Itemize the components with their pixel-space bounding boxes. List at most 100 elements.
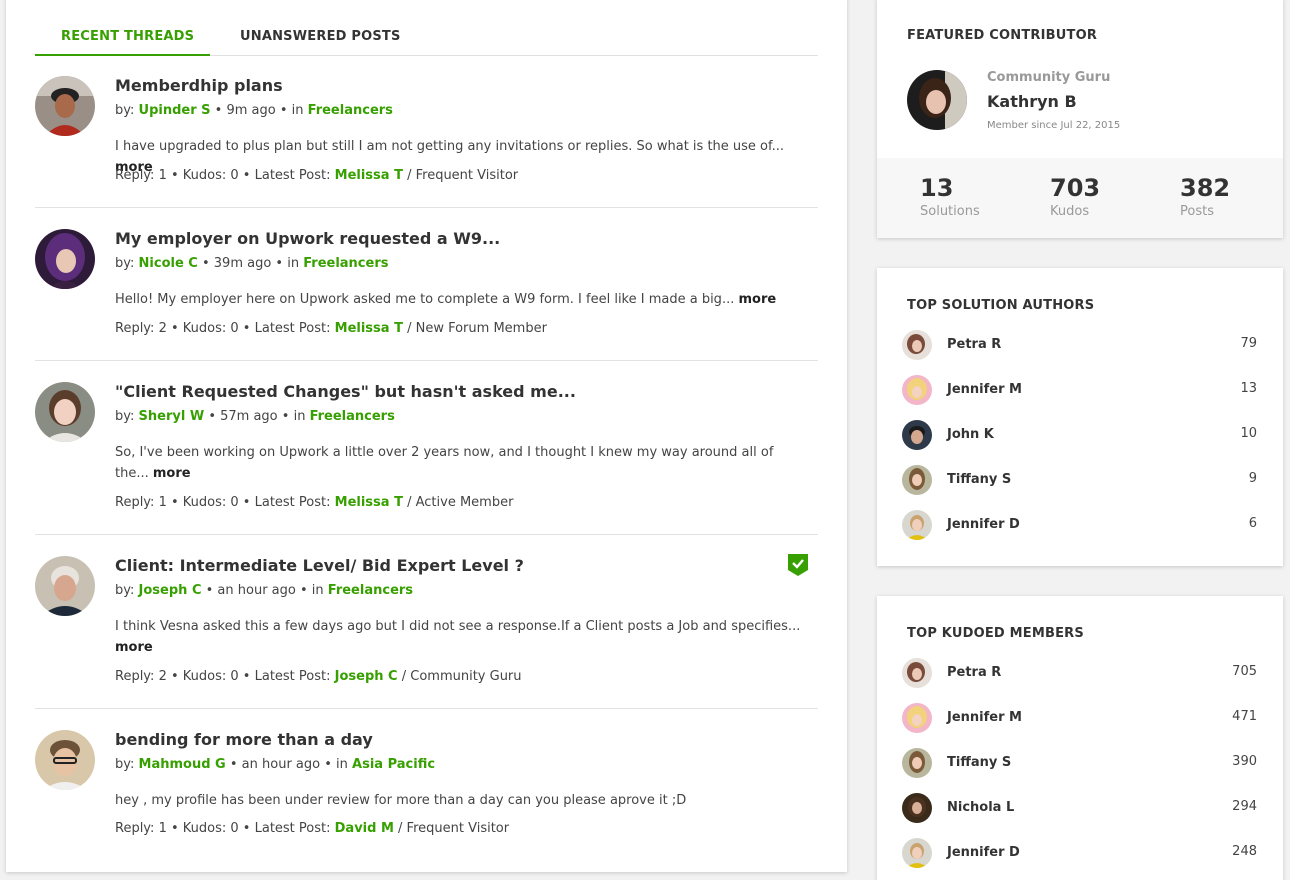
member-name[interactable]: Tiffany S — [947, 472, 1011, 487]
more-link[interactable]: more — [115, 640, 153, 655]
member-count: 6 — [1248, 516, 1257, 531]
stat-solutions: 13 Solutions — [920, 174, 980, 219]
post-time: an hour ago — [217, 583, 296, 598]
list-item[interactable]: John K 10 — [902, 420, 1257, 452]
member-count: 390 — [1232, 754, 1257, 769]
list-item[interactable]: Petra R 79 — [902, 330, 1257, 362]
avatar[interactable] — [902, 703, 932, 733]
author-link[interactable]: Sheryl W — [139, 409, 205, 424]
latest-author-link[interactable]: David M — [335, 821, 394, 836]
list-item[interactable]: Jennifer M 471 — [902, 703, 1257, 735]
member-name[interactable]: Petra R — [947, 337, 1001, 352]
member-name[interactable]: Jennifer D — [947, 845, 1020, 860]
list-item[interactable]: Jennifer D 6 — [902, 510, 1257, 542]
thread-title[interactable]: Memberdhip plans — [115, 76, 283, 95]
post-time: 57m ago — [220, 409, 278, 424]
avatar[interactable] — [902, 510, 932, 540]
author-link[interactable]: Joseph C — [139, 583, 202, 598]
reply-count: Reply: 2 — [115, 321, 167, 336]
avatar[interactable] — [35, 76, 95, 136]
avatar[interactable] — [907, 70, 967, 130]
latest-author-link[interactable]: Melissa T — [335, 321, 403, 336]
member-name[interactable]: Jennifer M — [947, 710, 1022, 725]
member-name[interactable]: Jennifer D — [947, 517, 1020, 532]
avatar[interactable] — [902, 330, 932, 360]
list-item[interactable]: Tiffany S 390 — [902, 748, 1257, 780]
latest-post-label: Latest Post: — [254, 495, 331, 510]
by-label: by: — [115, 409, 135, 424]
more-link[interactable]: more — [738, 292, 776, 307]
board-link[interactable]: Freelancers — [308, 103, 393, 118]
list-item[interactable]: Nichola L 294 — [902, 793, 1257, 825]
latest-author-link[interactable]: Melissa T — [335, 495, 403, 510]
post-time: an hour ago — [241, 757, 321, 772]
avatar[interactable] — [902, 420, 932, 450]
author-link[interactable]: Nicole C — [139, 256, 198, 271]
thread-excerpt: I think Vesna asked this a few days ago … — [115, 616, 805, 658]
thread-item[interactable]: Client: Intermediate Level/ Bid Expert L… — [35, 554, 818, 709]
thread-title[interactable]: My employer on Upwork requested a W9... — [115, 229, 500, 248]
thread-stats: Reply: 1 • Kudos: 0 • Latest Post: Melis… — [115, 168, 519, 183]
avatar[interactable] — [902, 375, 932, 405]
thread-item[interactable]: bending for more than a day by: Mahmoud … — [35, 730, 818, 860]
top-kudoed-members-card: TOP KUDOED MEMBERS Petra R 705 Jennifer … — [877, 596, 1283, 880]
thread-title[interactable]: Client: Intermediate Level/ Bid Expert L… — [115, 556, 524, 575]
avatar[interactable] — [902, 658, 932, 688]
top-solution-authors-title: TOP SOLUTION AUTHORS — [907, 298, 1095, 313]
contributor-name[interactable]: Kathryn B — [987, 92, 1077, 111]
in-label: in — [311, 583, 324, 598]
list-item[interactable]: Jennifer M 13 — [902, 375, 1257, 407]
thread-title[interactable]: "Client Requested Changes" but hasn't as… — [115, 382, 576, 401]
more-link[interactable]: more — [153, 466, 191, 481]
tab-unanswered-posts[interactable]: UNANSWERED POSTS — [240, 24, 401, 56]
avatar[interactable] — [35, 556, 95, 616]
by-label: by: — [115, 103, 135, 118]
excerpt-text: Hello! My employer here on Upwork asked … — [115, 292, 735, 307]
board-link[interactable]: Freelancers — [328, 583, 413, 598]
latest-author-link[interactable]: Melissa T — [335, 168, 403, 183]
member-name[interactable]: Tiffany S — [947, 755, 1011, 770]
latest-author-rank: / Community Guru — [401, 669, 522, 684]
member-count: 10 — [1240, 426, 1257, 441]
thread-meta: by: Nicole C • 39m ago • in Freelancers — [115, 256, 389, 271]
member-count: 471 — [1232, 709, 1257, 724]
board-link[interactable]: Asia Pacific — [352, 757, 435, 772]
member-count: 9 — [1248, 471, 1257, 486]
kudos-count: Kudos: 0 — [182, 168, 239, 183]
stat-posts: 382 Posts — [1180, 174, 1230, 219]
member-since: Member since Jul 22, 2015 — [987, 120, 1121, 131]
list-item[interactable]: Tiffany S 9 — [902, 465, 1257, 497]
member-name[interactable]: John K — [947, 427, 994, 442]
avatar[interactable] — [902, 465, 932, 495]
featured-contributor-title: FEATURED CONTRIBUTOR — [907, 28, 1098, 43]
excerpt-text: hey , my profile has been under review f… — [115, 793, 687, 808]
avatar[interactable] — [902, 793, 932, 823]
kudos-count: Kudos: 0 — [182, 495, 239, 510]
avatar[interactable] — [902, 838, 932, 868]
thread-title[interactable]: bending for more than a day — [115, 730, 373, 749]
list-item[interactable]: Petra R 705 — [902, 658, 1257, 690]
top-kudoed-members-title: TOP KUDOED MEMBERS — [907, 626, 1084, 641]
thread-stats: Reply: 1 • Kudos: 0 • Latest Post: David… — [115, 821, 510, 836]
avatar[interactable] — [902, 748, 932, 778]
board-link[interactable]: Freelancers — [303, 256, 388, 271]
member-name[interactable]: Jennifer M — [947, 382, 1022, 397]
stat-number: 13 — [920, 174, 954, 202]
author-link[interactable]: Upinder S — [139, 103, 211, 118]
tab-recent-threads[interactable]: RECENT THREADS — [35, 24, 210, 56]
avatar[interactable] — [35, 382, 95, 442]
list-item[interactable]: Jennifer D 248 — [902, 838, 1257, 870]
member-name[interactable]: Nichola L — [947, 800, 1014, 815]
thread-item[interactable]: My employer on Upwork requested a W9... … — [35, 229, 818, 361]
latest-author-rank: / Frequent Visitor — [398, 821, 510, 836]
avatar[interactable] — [35, 229, 95, 289]
thread-item[interactable]: Memberdhip plans by: Upinder S • 9m ago … — [35, 76, 818, 208]
latest-author-link[interactable]: Joseph C — [335, 669, 398, 684]
member-name[interactable]: Petra R — [947, 665, 1001, 680]
board-link[interactable]: Freelancers — [310, 409, 395, 424]
by-label: by: — [115, 583, 135, 598]
avatar[interactable] — [35, 730, 95, 790]
author-link[interactable]: Mahmoud G — [139, 757, 226, 772]
thread-item[interactable]: "Client Requested Changes" but hasn't as… — [35, 382, 818, 535]
top-solution-authors-card: TOP SOLUTION AUTHORS Petra R 79 Jennifer… — [877, 268, 1283, 566]
